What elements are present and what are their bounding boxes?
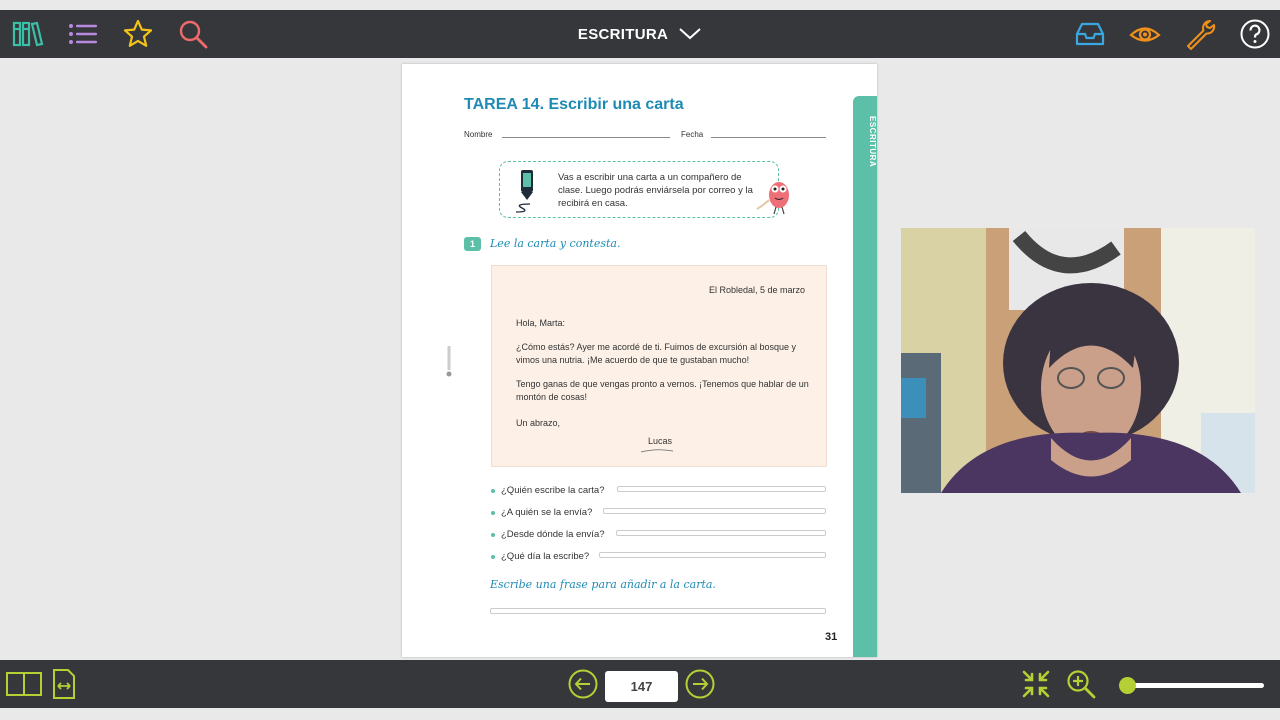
double-page-view-icon[interactable] <box>6 669 42 699</box>
write-instruction: Escribe una frase para añadir a la carta… <box>490 578 716 591</box>
write-answer-line[interactable] <box>490 608 826 614</box>
date-label: Fecha <box>681 130 704 139</box>
chevron-down-icon <box>679 28 701 40</box>
fit-width-page-icon[interactable] <box>52 669 76 699</box>
question-item: ¿Desde dónde la envía? <box>491 529 605 540</box>
answer-line[interactable] <box>617 486 826 492</box>
tools-wrench-icon[interactable] <box>1184 18 1216 50</box>
reader-app: ESCRITURA ESCRITURA TAREA 14. Escribir u… <box>0 0 1280 720</box>
letter-signature: Lucas <box>648 436 673 446</box>
bullet-dot <box>491 554 495 559</box>
search-icon[interactable] <box>177 18 209 50</box>
answer-line[interactable] <box>603 508 826 514</box>
inbox-icon[interactable] <box>1074 18 1106 50</box>
visibility-eye-icon[interactable] <box>1129 18 1161 50</box>
question-item: ¿Quién escribe la carta? <box>491 485 605 496</box>
bullet-dot <box>491 532 495 537</box>
library-icon[interactable] <box>12 18 44 50</box>
next-page-arrow-icon[interactable] <box>685 669 715 699</box>
bullet-dot <box>491 488 495 493</box>
answer-line[interactable] <box>599 552 826 558</box>
help-icon[interactable] <box>1239 18 1271 50</box>
index-list-icon[interactable] <box>67 18 99 50</box>
zoom-slider-track[interactable] <box>1120 683 1264 688</box>
previous-page-arrow-icon[interactable] <box>568 669 598 699</box>
name-line <box>502 137 670 138</box>
question-item: ¿A quién se la envía? <box>491 507 592 518</box>
letter-greeting: Hola, Marta: <box>516 318 566 328</box>
bullet-dot <box>491 510 495 515</box>
section-selector[interactable]: ESCRITURA <box>560 10 720 58</box>
page-number: 31 <box>825 631 838 643</box>
date-line <box>711 137 826 138</box>
letter-closing: Un abrazo, <box>516 418 561 428</box>
page-number-input[interactable] <box>605 671 678 702</box>
letter-paragraph-2: Tengo ganas de que vengas pronto a verno… <box>516 379 809 402</box>
question-item: ¿Qué día la escribe? <box>491 551 589 562</box>
favorites-star-icon[interactable] <box>122 18 154 50</box>
collapse-fullscreen-icon[interactable] <box>1021 669 1051 699</box>
publisher-logo-icon <box>446 346 452 377</box>
section-title: ESCRITURA <box>577 25 669 43</box>
task-title: TAREA 14. Escribir una carta <box>464 96 684 113</box>
zoom-in-icon[interactable] <box>1066 669 1096 699</box>
top-toolbar: ESCRITURA <box>0 10 1280 58</box>
monster-character-icon <box>756 182 789 215</box>
letter-date: El Robledal, 5 de marzo <box>708 285 805 295</box>
zoom-slider-handle[interactable] <box>1119 677 1136 694</box>
section-side-tab: ESCRITURA <box>853 96 877 657</box>
webcam-video[interactable] <box>901 228 1255 493</box>
question-text: ¿Desde dónde la envía? <box>501 529 605 540</box>
letter-card: El Robledal, 5 de marzo Hola, Marta: ¿Có… <box>491 265 827 467</box>
pencil-icon <box>515 170 533 213</box>
bottom-toolbar <box>0 660 1280 708</box>
question-text: ¿Quién escribe la carta? <box>501 485 605 496</box>
webcam-frame <box>901 228 1255 493</box>
question-text: ¿A quién se la envía? <box>501 507 593 518</box>
instruction-bubble: Vas a escribir una carta a un compañero … <box>499 161 789 218</box>
textbook-page: ESCRITURA TAREA 14. Escribir una carta N… <box>402 64 877 657</box>
exercise-number-badge: 1 <box>464 237 481 251</box>
question-text: ¿Qué día la escribe? <box>501 551 590 562</box>
answer-line[interactable] <box>616 530 826 536</box>
bubble-text: Vas a escribir una carta a un compañero … <box>558 172 753 209</box>
letter-paragraph-1: ¿Cómo estás? Ayer me acordé de ti. Fuimo… <box>516 342 796 365</box>
side-tab-label: ESCRITURA <box>868 116 877 168</box>
name-label: Nombre <box>464 130 493 139</box>
exercise-instruction: Lee la carta y contesta. <box>490 237 621 250</box>
signature-underline <box>640 449 674 453</box>
